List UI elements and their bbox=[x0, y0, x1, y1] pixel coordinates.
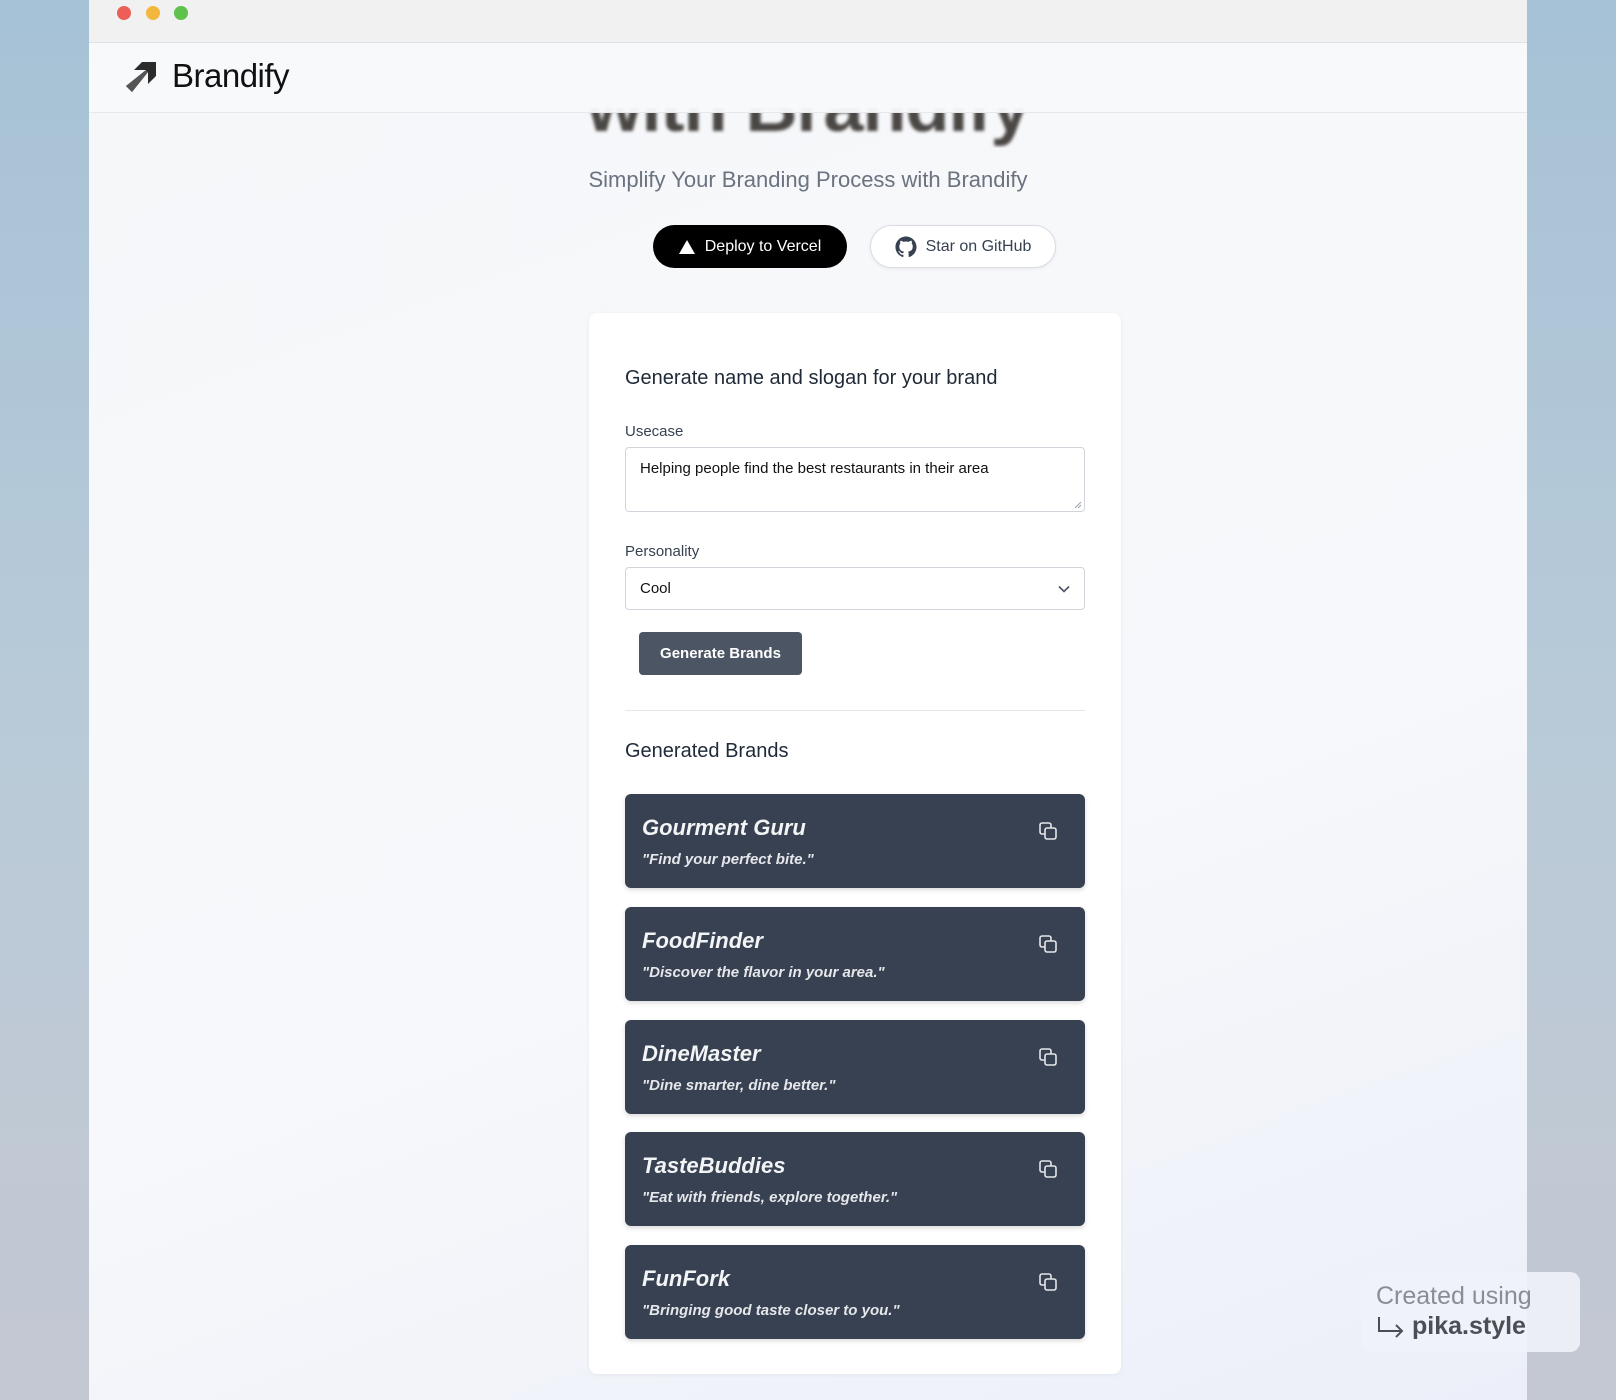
brand-generator-card: Generate name and slogan for your brand … bbox=[589, 313, 1121, 1374]
brand-slogan: "Dine smarter, dine better." bbox=[642, 1077, 836, 1094]
copy-icon[interactable] bbox=[1037, 933, 1059, 955]
watermark-line2: pika.style bbox=[1376, 1312, 1566, 1341]
brand-name: Gourment Guru bbox=[642, 815, 806, 840]
brand-name: FunFork bbox=[642, 1266, 730, 1291]
hero-title-partial: with Brandify bbox=[89, 108, 1527, 148]
brand-slogan: "Eat with friends, explore together." bbox=[642, 1189, 898, 1206]
github-label: Star on GitHub bbox=[925, 237, 1032, 255]
minimize-window-button[interactable] bbox=[146, 6, 160, 20]
brand-card[interactable]: Gourment Guru "Find your perfect bite." bbox=[625, 794, 1085, 888]
personality-value: Cool bbox=[640, 580, 671, 597]
usecase-label: Usecase bbox=[625, 423, 684, 440]
window-titlebar bbox=[89, 0, 1527, 43]
brand-name: TasteBuddies bbox=[642, 1153, 786, 1178]
github-icon bbox=[895, 235, 917, 257]
brand-slogan: "Discover the flavor in your area." bbox=[642, 964, 885, 981]
brand-card[interactable]: FoodFinder "Discover the flavor in your … bbox=[625, 907, 1085, 1001]
logo-text[interactable]: Brandify bbox=[172, 57, 290, 95]
arrow-up-right-icon bbox=[126, 62, 156, 92]
copy-icon[interactable] bbox=[1037, 1158, 1059, 1180]
deploy-label: Deploy to Vercel bbox=[704, 237, 822, 255]
resize-grip-icon[interactable] bbox=[1074, 501, 1082, 509]
watermark: Created using pika.style bbox=[1362, 1272, 1580, 1352]
chevron-down-icon bbox=[1058, 585, 1070, 593]
brand-slogan: "Bringing good taste closer to you." bbox=[642, 1302, 900, 1319]
copy-icon[interactable] bbox=[1037, 1046, 1059, 1068]
brand-name: DineMaster bbox=[642, 1041, 761, 1066]
watermark-line1: Created using bbox=[1376, 1282, 1532, 1310]
generate-brands-button[interactable]: Generate Brands bbox=[639, 632, 802, 675]
star-on-github-button[interactable]: Star on GitHub bbox=[870, 225, 1056, 268]
vercel-triangle-icon bbox=[678, 239, 695, 254]
return-arrow-icon bbox=[1378, 1316, 1404, 1338]
section-divider bbox=[625, 710, 1085, 711]
brand-slogan: "Find your perfect bite." bbox=[642, 851, 814, 868]
copy-icon[interactable] bbox=[1037, 1271, 1059, 1293]
hero-subtitle: Simplify Your Branding Process with Bran… bbox=[588, 167, 1028, 192]
usecase-textarea[interactable]: Helping people find the best restaurants… bbox=[625, 447, 1085, 512]
top-navbar: Brandify bbox=[89, 43, 1527, 113]
brand-card[interactable]: TasteBuddies "Eat with friends, explore … bbox=[625, 1132, 1085, 1226]
usecase-value: Helping people find the best restaurants… bbox=[640, 460, 989, 477]
deploy-to-vercel-button[interactable]: Deploy to Vercel bbox=[653, 225, 847, 268]
personality-label: Personality bbox=[625, 543, 700, 560]
brand-card[interactable]: FunFork "Bringing good taste closer to y… bbox=[625, 1245, 1085, 1339]
copy-icon[interactable] bbox=[1037, 820, 1059, 842]
close-window-button[interactable] bbox=[117, 6, 131, 20]
personality-select[interactable]: Cool bbox=[625, 567, 1085, 610]
browser-window: Brandify with Brandify Simplify Your Bra… bbox=[89, 0, 1527, 1400]
maximize-window-button[interactable] bbox=[174, 6, 188, 20]
results-heading: Generated Brands bbox=[625, 740, 789, 762]
form-heading: Generate name and slogan for your brand bbox=[625, 367, 998, 389]
brand-name: FoodFinder bbox=[642, 928, 763, 953]
brand-card[interactable]: DineMaster "Dine smarter, dine better." bbox=[625, 1020, 1085, 1114]
